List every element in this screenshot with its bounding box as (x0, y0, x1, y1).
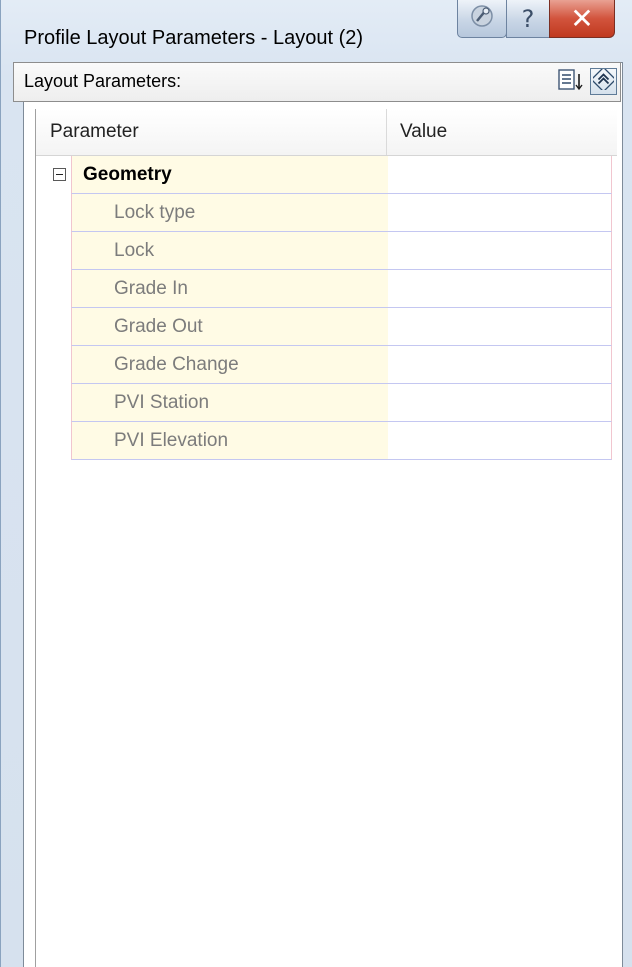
window-title: Profile Layout Parameters - Layout (2) (24, 27, 364, 49)
parameter-label: Lock type (114, 202, 196, 223)
collapse-toggle-icon[interactable] (53, 168, 66, 181)
parameter-label: PVI Elevation (114, 430, 229, 451)
value-cell[interactable] (388, 422, 612, 460)
table-row[interactable]: Lock type (36, 194, 617, 232)
table-row[interactable]: PVI Elevation (36, 422, 617, 460)
parameter-label: Lock (114, 240, 155, 261)
toolbar-label: Layout Parameters: (24, 71, 182, 91)
column-header-value[interactable]: Value (387, 109, 617, 155)
value-cell[interactable] (388, 194, 612, 232)
help-button[interactable]: ? (506, 0, 550, 38)
parameter-label: PVI Station (114, 392, 210, 413)
pin-icon (469, 3, 495, 34)
group-label: Geometry (83, 164, 172, 185)
collapse-double-chevron-icon (590, 66, 617, 95)
value-cell[interactable] (388, 232, 612, 270)
title-bar[interactable]: Profile Layout Parameters - Layout (2) ?… (1, 0, 632, 62)
column-header-parameter[interactable]: Parameter (36, 109, 387, 155)
grid-header: Parameter Value (36, 109, 617, 156)
table-row[interactable]: Grade Change (36, 346, 617, 384)
window-frame: Profile Layout Parameters - Layout (2) ?… (0, 0, 632, 967)
group-row-geometry[interactable]: Geometry (36, 156, 617, 194)
close-icon: ✕ (570, 2, 594, 35)
list-sort-button[interactable] (557, 68, 585, 96)
parameters-toolbar: Layout Parameters: (13, 62, 621, 102)
value-cell[interactable] (388, 346, 612, 384)
value-cell[interactable] (388, 384, 612, 422)
value-cell[interactable] (388, 308, 612, 346)
parameter-label: Grade Change (114, 354, 239, 375)
table-row[interactable]: Lock (36, 232, 617, 270)
parameter-label: Grade In (114, 278, 188, 299)
close-button[interactable]: ✕ (549, 0, 615, 38)
value-cell[interactable] (388, 270, 612, 308)
collapse-button[interactable] (590, 66, 617, 95)
group-value-cell (388, 156, 612, 194)
list-sort-icon (558, 68, 584, 97)
help-icon: ? (521, 4, 535, 33)
pin-button[interactable] (457, 0, 507, 38)
parameter-label: Grade Out (114, 316, 203, 337)
table-row[interactable]: PVI Station (36, 384, 617, 422)
table-row[interactable]: Grade Out (36, 308, 617, 346)
table-row[interactable]: Grade In (36, 270, 617, 308)
parameters-grid: Parameter Value Geometry Lock type Lock … (35, 109, 617, 967)
